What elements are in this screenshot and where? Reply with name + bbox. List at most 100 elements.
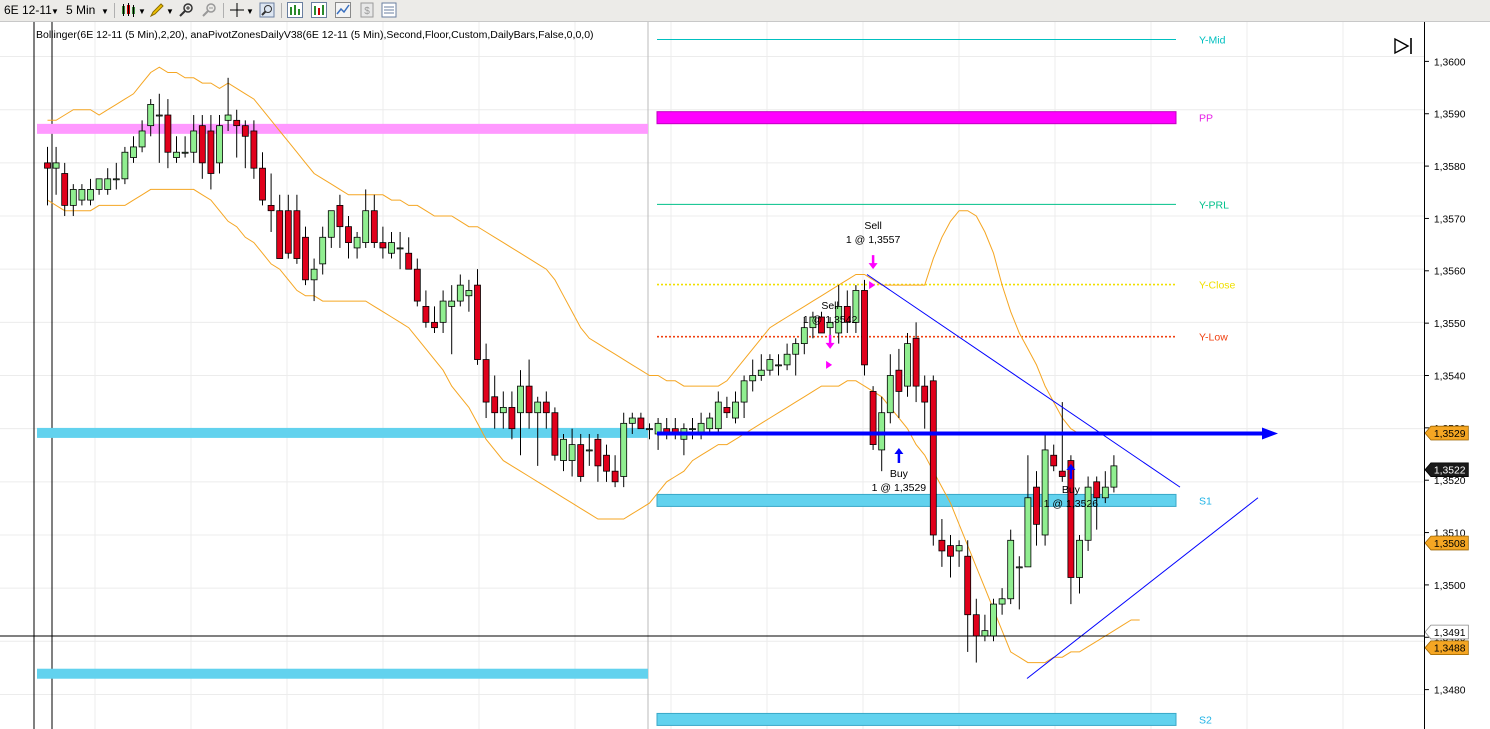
candle xyxy=(792,338,800,376)
candle xyxy=(69,184,77,217)
candle xyxy=(302,226,309,286)
candle xyxy=(551,407,559,461)
candle-body xyxy=(224,114,232,121)
candle-body xyxy=(560,438,567,461)
candle-body xyxy=(775,364,782,367)
candle-body xyxy=(336,204,344,228)
candle-body xyxy=(1084,486,1092,541)
candle xyxy=(706,412,714,434)
candle xyxy=(603,444,610,482)
candle-body xyxy=(284,210,292,254)
instrument-dropdown-icon[interactable]: ▼ xyxy=(51,4,59,19)
candle xyxy=(491,375,499,429)
candle-body xyxy=(800,327,808,345)
y-axis-ticks: 1,34801,34901,35001,35101,35201,35301,35… xyxy=(1425,57,1466,697)
candle-body xyxy=(620,422,628,477)
candle-body xyxy=(972,614,980,637)
properties-icon[interactable] xyxy=(381,2,397,18)
candle-body xyxy=(904,343,911,387)
candle-body xyxy=(456,284,464,302)
indicator-icon[interactable] xyxy=(311,2,327,18)
pivot-label-y-mid: Y-Mid xyxy=(1199,35,1226,47)
zoom-out-icon[interactable] xyxy=(201,2,217,18)
candle xyxy=(259,152,266,206)
buy-price-label: 1 @ 1,3526 xyxy=(1044,498,1099,510)
buy-trade-marker: Buy 1 @ 1,3529 xyxy=(872,447,927,494)
candle-body xyxy=(207,130,215,174)
candle-body xyxy=(69,189,77,206)
crosshair-icon[interactable] xyxy=(229,2,245,18)
candle xyxy=(998,588,1006,615)
price-axis[interactable]: 1,34801,34901,35001,35101,35201,35301,35… xyxy=(1424,22,1490,729)
candle xyxy=(964,540,972,652)
y-axis-tick-label: 1,3570 xyxy=(1434,214,1466,225)
candle xyxy=(972,598,980,663)
candle-body xyxy=(138,130,146,148)
candle-body xyxy=(439,300,447,323)
candle xyxy=(861,279,868,376)
y-axis-tick-label: 1,3520 xyxy=(1434,476,1466,487)
candle-body xyxy=(628,417,636,424)
candle xyxy=(284,194,292,259)
candle-body xyxy=(413,268,421,302)
pivot-label-y-close: Y-Close xyxy=(1199,280,1236,292)
candle xyxy=(61,162,69,217)
candle xyxy=(757,354,765,381)
candle xyxy=(78,184,86,206)
candle-body xyxy=(955,545,963,552)
candle-body xyxy=(689,428,696,431)
candle-body xyxy=(981,630,989,637)
chart-scroll-end-icon[interactable] xyxy=(1394,37,1412,55)
sell-arrow-icon xyxy=(825,342,835,349)
chart-style-dropdown-icon[interactable]: ▼ xyxy=(138,4,146,19)
candle xyxy=(671,418,679,440)
candle-body xyxy=(929,380,937,536)
interval-selector[interactable]: 5 Min xyxy=(66,3,95,18)
candle xyxy=(121,146,129,185)
candle xyxy=(422,290,430,328)
candle-body xyxy=(388,242,395,254)
candle xyxy=(439,290,447,333)
toolbar-separator xyxy=(223,3,224,18)
candle xyxy=(895,348,903,419)
candlestick-icon[interactable] xyxy=(120,2,136,18)
drawing-dropdown-icon[interactable]: ▼ xyxy=(166,4,174,19)
chart-style-icon[interactable] xyxy=(287,2,303,18)
interval-dropdown-icon[interactable]: ▼ xyxy=(101,4,109,19)
candle-body xyxy=(921,385,929,403)
candle xyxy=(929,375,937,546)
candle xyxy=(431,306,438,333)
candle-body xyxy=(895,369,903,392)
price-tag-label: 1,3522 xyxy=(1434,466,1466,477)
candle-body xyxy=(525,385,533,414)
instrument-selector[interactable]: 6E 12-11 xyxy=(4,3,52,18)
candle xyxy=(130,136,137,163)
candle xyxy=(293,194,301,264)
pencil-icon[interactable] xyxy=(149,2,165,18)
candle xyxy=(44,146,51,206)
crosshair-dropdown-icon[interactable]: ▼ xyxy=(246,4,254,19)
candle-body xyxy=(551,412,559,456)
toolbar-separator xyxy=(114,3,115,18)
candle-body xyxy=(293,210,301,259)
price-chart-area[interactable]: Y-Mid PP Y-PRL Y-Close Y-Low S1 S2 Sell 1 @ 1,3… xyxy=(0,22,1424,729)
ray-arrowhead-icon xyxy=(1262,427,1278,440)
candle xyxy=(620,412,628,488)
data-box-icon[interactable]: $ xyxy=(359,2,375,18)
candle-body xyxy=(1033,486,1040,525)
candle xyxy=(637,412,645,430)
candle-body xyxy=(792,343,800,355)
pivot-zone-s2 xyxy=(656,712,1177,726)
buy-price-label: 1 @ 1,3529 xyxy=(872,482,927,494)
strategy-icon[interactable] xyxy=(335,2,351,18)
candle-body xyxy=(482,359,490,403)
candle xyxy=(981,614,989,642)
zoom-in-icon[interactable] xyxy=(178,2,194,18)
candle-body xyxy=(947,545,954,557)
candle-body xyxy=(173,151,180,158)
candle xyxy=(732,391,739,424)
candle-body xyxy=(241,125,249,137)
candle-body xyxy=(878,412,886,451)
candle xyxy=(448,285,456,355)
magnifier-icon[interactable] xyxy=(259,2,275,18)
